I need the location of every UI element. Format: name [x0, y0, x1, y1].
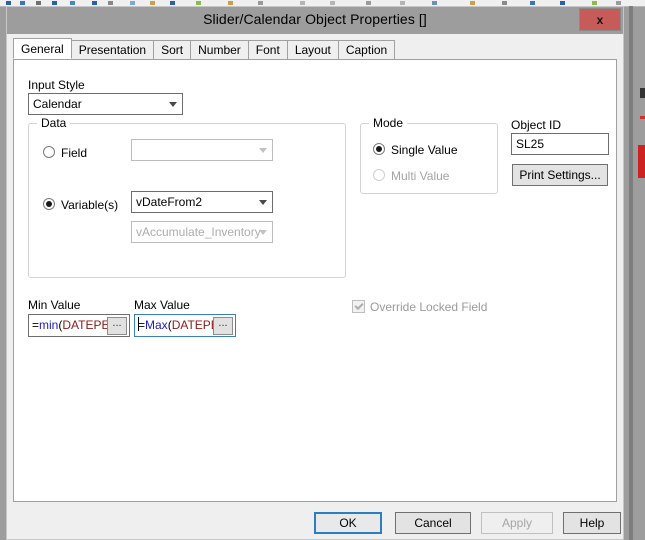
tab-font[interactable]: Font: [247, 40, 288, 59]
min-value-expression-input[interactable]: =min(DATEPE ...: [28, 314, 130, 337]
background-window-edge: [629, 6, 633, 540]
data-group-title: Data: [37, 116, 71, 130]
min-expr-function: min: [39, 318, 59, 332]
min-value-expression-editor-button[interactable]: ...: [107, 317, 127, 335]
dialog-button-bar: OK Cancel Apply Help: [7, 503, 623, 539]
help-button[interactable]: Help: [563, 512, 621, 534]
background-marker-secondary: [640, 116, 645, 119]
max-expr-function: Max: [145, 318, 168, 332]
variable-combo[interactable]: vDateFrom2: [131, 191, 273, 213]
min-expr-operator: =: [32, 318, 40, 332]
chevron-down-icon: [259, 230, 267, 235]
apply-button: Apply: [481, 512, 553, 534]
max-value-label: Max Value: [134, 298, 190, 312]
screen: Slider/Calendar Object Properties [] x G…: [0, 0, 645, 540]
input-style-combo[interactable]: Calendar: [28, 93, 183, 115]
data-groupbox: Data Field Variable(s) vDateFrom2 vAccum…: [28, 116, 346, 278]
chevron-down-icon: [169, 102, 177, 107]
max-expr-identifier: DATEPE: [171, 318, 219, 332]
max-value-expression-editor-button[interactable]: ...: [213, 317, 233, 335]
ok-button[interactable]: OK: [314, 512, 382, 534]
max-value-expression-input[interactable]: =Max(DATEPE ...: [134, 314, 236, 337]
tab-sort[interactable]: Sort: [153, 40, 192, 59]
background-red-panel: [638, 145, 645, 178]
object-id-label: Object ID: [511, 118, 562, 132]
tab-presentation[interactable]: Presentation: [70, 40, 155, 59]
chevron-down-icon: [259, 148, 267, 153]
tab-number[interactable]: Number: [190, 40, 249, 59]
tab-layout[interactable]: Layout: [286, 40, 339, 59]
field-radio[interactable]: Field: [43, 146, 87, 160]
object-id-input[interactable]: SL25: [511, 133, 609, 155]
multi-value-radio: Multi Value: [373, 169, 449, 183]
variables-radio[interactable]: Variable(s): [43, 198, 118, 212]
cancel-button[interactable]: Cancel: [395, 512, 471, 534]
override-locked-field-checkbox: Override Locked Field: [352, 300, 487, 314]
close-icon[interactable]: x: [579, 8, 621, 31]
field-combo[interactable]: [131, 139, 273, 161]
dialog-titlebar[interactable]: Slider/Calendar Object Properties [] x: [7, 7, 623, 34]
single-value-radio[interactable]: Single Value: [373, 143, 458, 157]
min-value-label: Min Value: [28, 298, 81, 312]
properties-dialog: Slider/Calendar Object Properties [] x G…: [6, 6, 624, 540]
tab-general[interactable]: General: [13, 38, 72, 59]
mode-group-title: Mode: [369, 116, 408, 130]
variable-combo-value: vDateFrom2: [136, 195, 203, 209]
min-expr-identifier: DATEPE: [62, 318, 110, 332]
dialog-title: Slider/Calendar Object Properties []: [203, 11, 427, 27]
variable-combo-secondary-value: vAccumulate_Inventory: [136, 225, 261, 239]
tab-caption[interactable]: Caption: [337, 40, 396, 59]
object-id-value: SL25: [516, 137, 545, 151]
input-style-label: Input Style: [28, 78, 85, 92]
chevron-down-icon: [259, 200, 267, 205]
general-tab-panel: Input Style Calendar Data Field Variable…: [13, 59, 617, 502]
print-settings-button[interactable]: Print Settings...: [512, 164, 608, 186]
max-expr-operator: =: [138, 318, 146, 332]
tab-bar: General Presentation Sort Number Font La…: [13, 38, 396, 59]
variable-combo-secondary[interactable]: vAccumulate_Inventory: [131, 221, 273, 243]
mode-groupbox: Mode Single Value Multi Value: [360, 116, 498, 194]
background-marker: [640, 88, 645, 98]
input-style-value: Calendar: [33, 97, 82, 111]
